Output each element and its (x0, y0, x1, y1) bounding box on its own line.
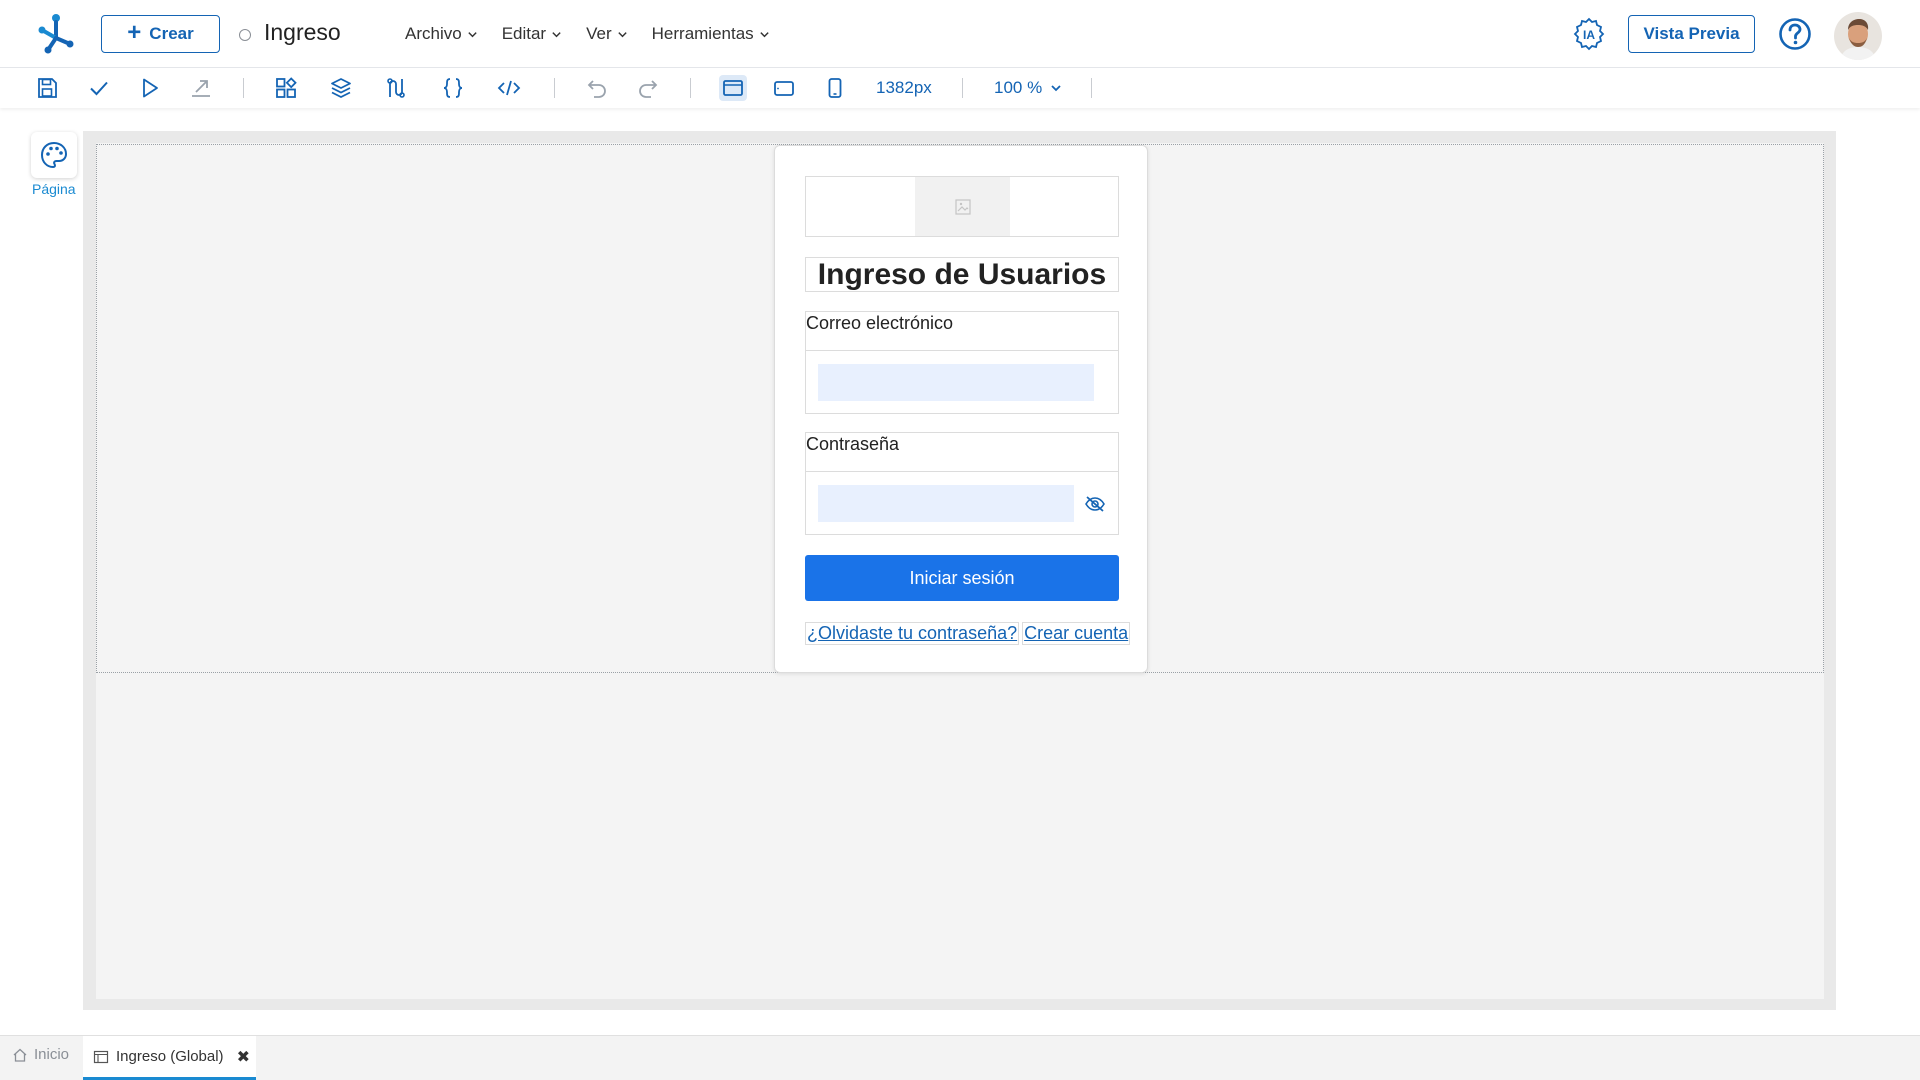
app-header: + Crear Ingreso Archivo Editar Ver Herra… (0, 0, 1920, 68)
close-tab-icon[interactable]: ✖ (237, 1047, 250, 1067)
password-label: Contraseña (805, 432, 1119, 471)
redo-icon[interactable] (636, 76, 660, 100)
page-layout-icon (93, 1050, 109, 1063)
menu-herramientas[interactable]: Herramientas (652, 24, 770, 44)
menu-editar[interactable]: Editar (502, 24, 562, 44)
create-button[interactable]: + Crear (101, 15, 220, 53)
palette-icon (40, 141, 68, 169)
toolbar-divider (243, 78, 244, 98)
tab-inicio-label: Inicio (34, 1046, 70, 1063)
email-field-container (805, 350, 1119, 414)
menu-editar-label: Editar (501, 24, 547, 43)
tab-ingreso-global[interactable]: Ingreso (Global) ✖ (83, 1036, 256, 1080)
chevron-down-icon (468, 31, 477, 37)
login-title: Ingreso de Usuarios (805, 257, 1119, 292)
main-menu: Archivo Editar Ver Herramientas (405, 24, 770, 44)
menu-ver-label: Ver (586, 24, 612, 43)
create-button-label: Crear (149, 24, 194, 43)
chevron-down-icon (552, 31, 561, 37)
code-icon[interactable] (497, 76, 521, 100)
help-icon[interactable] (1778, 17, 1812, 51)
login-button[interactable]: Iniciar sesión (805, 555, 1119, 601)
toolbar-divider (1091, 78, 1092, 98)
logo-image-block[interactable] (805, 176, 1119, 237)
publish-export-icon[interactable] (189, 76, 213, 100)
preview-button[interactable]: Vista Previa (1628, 15, 1755, 53)
toolbar-divider (690, 78, 691, 98)
chevron-down-icon (760, 31, 769, 37)
menu-ver[interactable]: Ver (586, 24, 628, 44)
menu-herramientas-label: Herramientas (651, 24, 754, 43)
forgot-password-link[interactable]: ¿Olvidaste tu contraseña? (805, 622, 1020, 645)
login-links: ¿Olvidaste tu contraseña? Crear cuenta (805, 622, 1131, 645)
run-play-icon[interactable] (138, 76, 162, 100)
tablet-view-icon[interactable] (772, 76, 796, 100)
image-icon (954, 198, 971, 215)
password-field-container (805, 471, 1119, 535)
chevron-down-icon (617, 31, 627, 37)
validate-check-icon[interactable] (87, 76, 111, 100)
chevron-down-icon (1051, 85, 1061, 92)
mobile-view-icon[interactable] (823, 76, 847, 100)
zoom-value: 100 % (994, 78, 1043, 97)
desktop-view-icon[interactable] (719, 75, 747, 101)
components-icon[interactable] (274, 76, 298, 100)
menu-archivo-label: Archivo (405, 24, 462, 43)
layers-icon[interactable] (329, 76, 353, 100)
toolbar-divider (554, 78, 555, 98)
email-input[interactable] (818, 364, 1094, 401)
email-label: Correo electrónico (805, 311, 1119, 350)
page-style-button[interactable] (31, 132, 77, 178)
app-logo-icon[interactable] (36, 12, 76, 56)
plus-icon: + (127, 19, 142, 46)
tab-ingreso-label: Ingreso (Global) (116, 1048, 224, 1065)
eye-off-icon[interactable] (1084, 495, 1106, 513)
login-card[interactable]: Ingreso de Usuarios Correo electrónico C… (774, 145, 1148, 673)
password-input[interactable] (818, 485, 1074, 522)
home-icon (13, 1048, 27, 1062)
user-avatar[interactable] (1834, 12, 1882, 60)
bottom-tab-bar (0, 1035, 1920, 1080)
document-title: Ingreso (264, 19, 341, 45)
tab-inicio[interactable]: Inicio (12, 1046, 69, 1063)
status-circle-icon (239, 29, 251, 41)
save-icon[interactable] (35, 76, 59, 100)
variables-braces-icon[interactable] (441, 76, 465, 100)
page-style-label: Página (32, 181, 76, 197)
create-account-link[interactable]: Crear cuenta (1022, 622, 1131, 645)
undo-icon[interactable] (585, 76, 609, 100)
canvas-width-readout[interactable]: 1382px (876, 78, 932, 98)
ai-assistant-icon[interactable]: IA (1572, 17, 1606, 51)
ai-label: IA (1583, 28, 1595, 42)
zoom-select[interactable]: 100 % (994, 78, 1062, 98)
image-placeholder (915, 177, 1010, 236)
menu-archivo[interactable]: Archivo (405, 24, 478, 44)
data-flow-icon[interactable] (384, 76, 408, 100)
toolbar-divider (962, 78, 963, 98)
